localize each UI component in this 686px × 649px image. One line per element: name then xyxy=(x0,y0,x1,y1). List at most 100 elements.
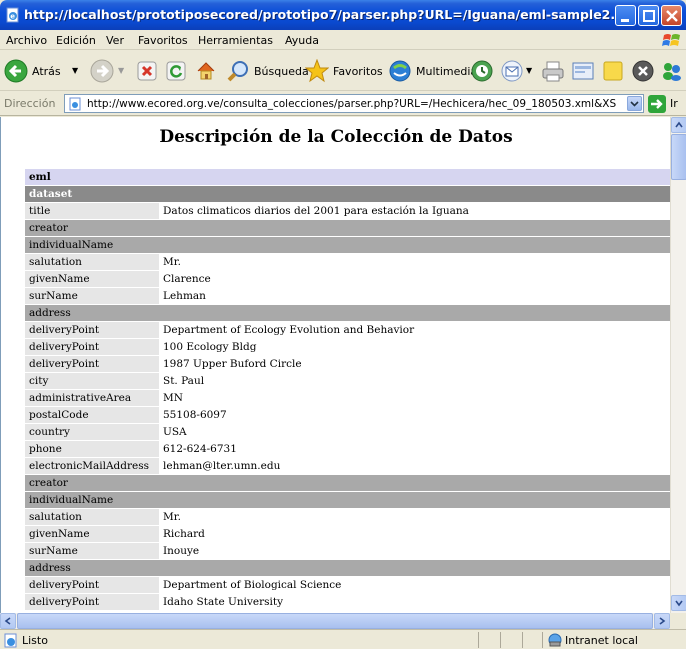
field-value: Datos climaticos diarios del 2001 para e… xyxy=(159,203,670,219)
menu-ayuda[interactable]: Ayuda xyxy=(285,34,319,47)
back-dropdown-icon[interactable]: ▼ xyxy=(72,66,78,75)
field-value: 55108-6097 xyxy=(159,407,670,423)
forward-button[interactable]: ▼ xyxy=(90,57,130,85)
edit-button[interactable] xyxy=(571,57,595,85)
field-value: MN xyxy=(159,390,670,406)
favorites-button[interactable]: Favoritos xyxy=(305,57,387,85)
section-label: address xyxy=(25,560,670,576)
field-value: St. Paul xyxy=(159,373,670,389)
field-key: salutation xyxy=(25,509,159,525)
address-input[interactable]: http://www.ecored.org.ve/consulta_colecc… xyxy=(64,94,644,113)
page-done-icon xyxy=(4,633,17,648)
table-row: deliveryPoint 100 Ecology Bldg xyxy=(25,339,670,355)
field-value: 612-624-6731 xyxy=(159,441,670,457)
table-row-dataset: dataset xyxy=(25,186,670,202)
section-label: address xyxy=(25,305,670,321)
address-label: Dirección xyxy=(4,97,56,110)
table-row-section: address xyxy=(25,560,670,576)
multimedia-label: Multimedia xyxy=(416,65,478,78)
refresh-button[interactable] xyxy=(166,57,188,85)
mail-icon xyxy=(501,60,523,82)
maximize-button[interactable] xyxy=(638,5,659,26)
table-row: salutation Mr. xyxy=(25,254,670,270)
field-value: Department of Biological Science xyxy=(159,577,670,593)
back-label: Atrás xyxy=(32,65,61,78)
messenger-button[interactable] xyxy=(660,57,684,85)
status-divider xyxy=(522,632,523,648)
window-title: http://localhost/prototiposecored/protot… xyxy=(24,7,614,22)
window-title-bar[interactable]: e http://localhost/prototiposecored/prot… xyxy=(0,0,686,30)
scroll-up-button[interactable] xyxy=(671,117,686,133)
home-button[interactable] xyxy=(195,57,217,85)
intranet-zone-icon xyxy=(548,633,562,647)
notes-button[interactable] xyxy=(601,57,625,85)
vertical-scroll-thumb[interactable] xyxy=(671,134,686,180)
edit-page-icon xyxy=(572,62,594,80)
field-key: deliveryPoint xyxy=(25,356,159,372)
back-arrow-icon xyxy=(4,59,28,83)
close-button[interactable] xyxy=(661,5,682,26)
stop-button[interactable] xyxy=(137,57,159,85)
field-key: title xyxy=(25,203,159,219)
horizontal-scroll-thumb[interactable] xyxy=(17,613,653,629)
table-row-section: creator xyxy=(25,220,670,236)
mail-button[interactable]: ▼ xyxy=(500,57,534,85)
field-key: city xyxy=(25,373,159,389)
history-icon xyxy=(471,60,493,82)
page-content: Descripción de la Colección de Datos eml… xyxy=(0,117,670,613)
chevron-right-icon xyxy=(659,617,666,625)
scroll-right-button[interactable] xyxy=(654,613,670,629)
go-button[interactable] xyxy=(648,95,666,113)
field-value: Mr. xyxy=(159,509,670,525)
forward-arrow-icon xyxy=(90,59,114,83)
field-key: country xyxy=(25,424,159,440)
svg-text:e: e xyxy=(10,13,15,21)
go-arrow-icon xyxy=(651,99,663,109)
section-label: creator xyxy=(25,475,670,491)
history-button[interactable] xyxy=(470,57,494,85)
field-value: USA xyxy=(159,424,670,440)
messenger-stop-button[interactable] xyxy=(632,57,654,85)
search-button[interactable]: Búsqueda xyxy=(226,57,314,85)
dataset-label: dataset xyxy=(25,186,670,202)
go-label[interactable]: Ir xyxy=(670,97,678,110)
scroll-left-button[interactable] xyxy=(0,613,16,629)
address-dropdown-button[interactable] xyxy=(627,96,642,111)
minimize-button[interactable] xyxy=(615,5,636,26)
zone-text: Intranet local xyxy=(565,634,638,647)
field-value: Lehman xyxy=(159,288,670,304)
mail-dropdown-icon[interactable]: ▼ xyxy=(526,66,532,75)
page-title: Descripción de la Colección de Datos xyxy=(159,127,513,147)
scrollbar-corner xyxy=(670,613,686,629)
close-icon xyxy=(666,10,678,22)
menu-favoritos[interactable]: Favoritos xyxy=(138,34,188,47)
table-row: title Datos climaticos diarios del 2001 p… xyxy=(25,203,670,219)
horizontal-scrollbar[interactable] xyxy=(0,613,670,629)
multimedia-button[interactable]: Multimedia xyxy=(388,57,477,85)
menu-archivo[interactable]: Archivo xyxy=(6,34,47,47)
table-row: postalCode 55108-6097 xyxy=(25,407,670,423)
section-label: creator xyxy=(25,220,670,236)
table-row: givenName Clarence xyxy=(25,271,670,287)
field-value: Mr. xyxy=(159,254,670,270)
field-key: deliveryPoint xyxy=(25,577,159,593)
table-row: deliveryPoint Department of Ecology Evolu… xyxy=(25,322,670,338)
chevron-down-icon xyxy=(630,101,639,107)
search-icon xyxy=(227,61,248,82)
menu-ver[interactable]: Ver xyxy=(106,34,124,47)
back-button[interactable]: Atrás ▼ xyxy=(4,57,86,85)
chevron-left-icon xyxy=(4,617,11,625)
field-key: givenName xyxy=(25,271,159,287)
vertical-scrollbar[interactable] xyxy=(670,117,686,613)
field-key: postalCode xyxy=(25,407,159,423)
print-button[interactable] xyxy=(541,57,565,85)
scroll-down-button[interactable] xyxy=(671,595,686,611)
forward-dropdown-icon[interactable]: ▼ xyxy=(118,66,124,75)
menu-edicion[interactable]: Edición xyxy=(56,34,96,47)
table-row: deliveryPoint Department of Biological Sc… xyxy=(25,577,670,593)
maximize-icon xyxy=(643,10,655,22)
address-bar: Dirección http://www.ecored.org.ve/consu… xyxy=(0,92,686,116)
refresh-icon xyxy=(166,61,186,81)
table-row-section: address xyxy=(25,305,670,321)
menu-herramientas[interactable]: Herramientas xyxy=(198,34,273,47)
